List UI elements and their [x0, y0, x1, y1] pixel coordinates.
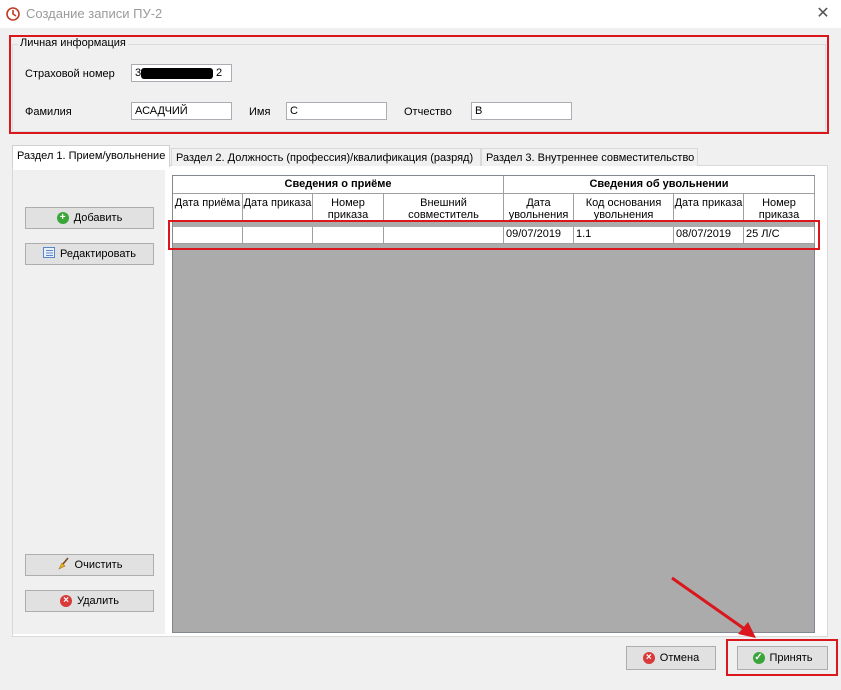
col-header-order-date[interactable]: Дата приказа	[243, 194, 313, 222]
cancel-button-label: Отмена	[659, 652, 700, 664]
col-header-dismissal-order-date[interactable]: Дата приказа	[674, 194, 744, 222]
col-header-dismissal-code[interactable]: Код основания увольнения	[574, 194, 674, 222]
clear-button[interactable]: Очистить	[25, 554, 154, 576]
hire-group-header: Сведения о приёме	[173, 176, 504, 194]
tab-section-3[interactable]: Раздел 3. Внутреннее совместительство	[481, 148, 698, 166]
tab-section-1[interactable]: Раздел 1. Прием/увольнение	[12, 145, 170, 167]
add-button[interactable]: + Добавить	[25, 207, 154, 229]
edit-button-label: Редактировать	[60, 248, 136, 260]
arrow-annotation	[671, 576, 756, 638]
close-icon[interactable]: ✕	[808, 2, 838, 26]
col-header-dismissal-date[interactable]: Дата увольнения	[504, 194, 574, 222]
tab-section-2[interactable]: Раздел 2. Должность (профессия)/квалифик…	[171, 148, 481, 166]
list-icon	[43, 247, 55, 261]
x-circle-icon: ×	[642, 652, 655, 664]
col-header-hire-date[interactable]: Дата приёма	[173, 194, 243, 222]
clear-button-label: Очистить	[74, 559, 123, 571]
edit-button[interactable]: Редактировать	[25, 243, 154, 265]
personal-info-highlight	[9, 35, 829, 134]
add-button-label: Добавить	[73, 212, 123, 224]
col-header-external-part-time[interactable]: Внешний совместитель	[384, 194, 504, 222]
delete-button-label: Удалить	[77, 595, 119, 607]
col-header-order-number[interactable]: Номер приказа	[313, 194, 384, 222]
col-header-dismissal-order-number[interactable]: Номер приказа	[744, 194, 815, 222]
plus-circle-icon: +	[56, 212, 69, 224]
delete-button[interactable]: × Удалить	[25, 590, 154, 612]
broom-icon	[57, 557, 70, 573]
dismissal-group-header: Сведения об увольнении	[504, 176, 815, 194]
row-highlight	[168, 220, 820, 250]
window-title: Создание записи ПУ-2	[26, 6, 163, 21]
app-icon	[6, 7, 20, 21]
x-circle-icon: ×	[60, 595, 72, 607]
